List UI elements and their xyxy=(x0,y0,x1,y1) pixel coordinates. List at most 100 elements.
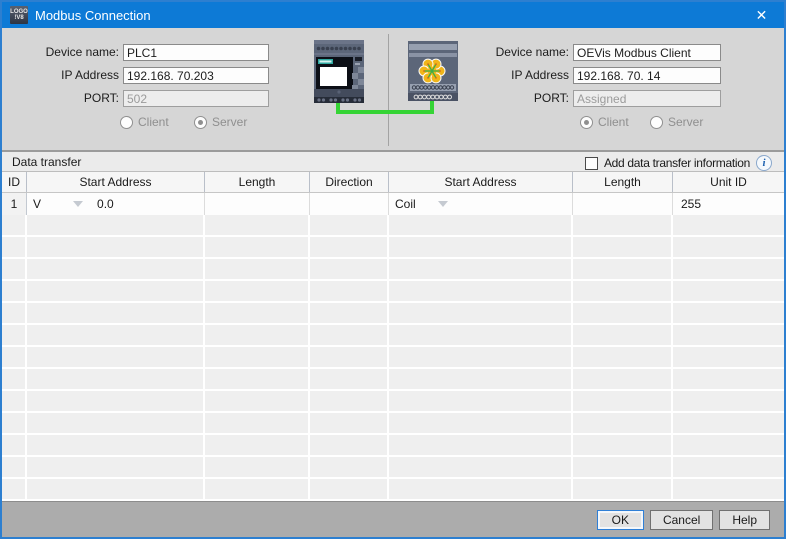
empty-cell xyxy=(310,435,389,457)
remote-port-label: PORT: xyxy=(454,90,569,107)
empty-cell xyxy=(389,325,573,347)
header-id: ID xyxy=(2,172,27,192)
empty-cell xyxy=(389,259,573,281)
table-empty-row xyxy=(2,457,784,479)
empty-cell xyxy=(389,281,573,303)
local-server-radio: Server xyxy=(194,115,247,129)
chevron-down-icon[interactable] xyxy=(73,201,83,207)
empty-cell xyxy=(573,325,673,347)
help-button[interactable]: Help xyxy=(719,510,770,530)
add-data-transfer-checkbox[interactable] xyxy=(585,157,598,170)
empty-cell xyxy=(205,369,310,391)
plc-device-icon xyxy=(314,40,364,103)
table-empty-row xyxy=(2,413,784,435)
row-unit-id-cell[interactable]: 255 xyxy=(673,193,784,215)
empty-cell xyxy=(2,215,27,237)
empty-cell xyxy=(673,479,784,501)
remote-device-name-label: Device name: xyxy=(454,44,569,61)
local-device-name-label: Device name: xyxy=(4,44,119,61)
empty-cell xyxy=(573,369,673,391)
empty-cell xyxy=(673,457,784,479)
empty-cell xyxy=(205,391,310,413)
row-local-start-address-cell[interactable]: V 0.0 xyxy=(27,193,205,215)
chevron-down-icon[interactable] xyxy=(438,201,448,207)
empty-cell xyxy=(27,237,205,259)
local-ip-field[interactable] xyxy=(123,67,269,84)
empty-cell xyxy=(673,259,784,281)
ok-button[interactable]: OK xyxy=(597,510,644,530)
device-panel: Device name: IP Address PORT: Client Ser… xyxy=(2,28,784,150)
empty-cell xyxy=(27,457,205,479)
empty-cell xyxy=(27,347,205,369)
empty-cell xyxy=(2,237,27,259)
empty-cell xyxy=(205,281,310,303)
row-local-length-cell[interactable] xyxy=(205,193,310,215)
table-empty-row xyxy=(2,325,784,347)
data-transfer-section-bar: Data transfer Add data transfer informat… xyxy=(2,150,784,172)
empty-cell xyxy=(2,413,27,435)
remote-ip-label: IP Address xyxy=(454,67,569,84)
remote-client-radio-label: Client xyxy=(598,115,629,129)
empty-cell xyxy=(389,413,573,435)
row-remote-start-address-cell[interactable]: Coil xyxy=(389,193,573,215)
table-empty-row xyxy=(2,347,784,369)
empty-cell xyxy=(673,347,784,369)
local-server-radio-circle xyxy=(194,116,207,129)
local-address-value[interactable]: 0.0 xyxy=(97,197,114,211)
empty-cell xyxy=(310,369,389,391)
logo-app-icon: LOGO !V8 xyxy=(10,6,28,24)
empty-cell xyxy=(310,303,389,325)
table-empty-row xyxy=(2,391,784,413)
empty-cell xyxy=(27,303,205,325)
empty-cell xyxy=(205,303,310,325)
table-empty-row xyxy=(2,479,784,501)
row-remote-length-cell[interactable] xyxy=(573,193,673,215)
footer-bar: OK Cancel Help xyxy=(2,501,784,537)
empty-cell xyxy=(2,435,27,457)
empty-cell xyxy=(310,259,389,281)
empty-cell xyxy=(2,479,27,501)
empty-cell xyxy=(2,457,27,479)
local-client-radio-circle xyxy=(120,116,133,129)
empty-cell xyxy=(673,435,784,457)
empty-cell xyxy=(310,457,389,479)
empty-cell xyxy=(673,281,784,303)
empty-cell xyxy=(389,369,573,391)
row-direction-cell[interactable] xyxy=(310,193,389,215)
info-icon[interactable]: i xyxy=(756,155,772,171)
empty-cell xyxy=(389,457,573,479)
empty-cell xyxy=(27,435,205,457)
local-port-label: PORT: xyxy=(4,90,119,107)
empty-cell xyxy=(573,457,673,479)
header-start-address-remote: Start Address xyxy=(389,172,573,192)
table-empty-row xyxy=(2,369,784,391)
empty-cell xyxy=(573,479,673,501)
remote-ip-field[interactable] xyxy=(573,67,721,84)
empty-cell xyxy=(27,281,205,303)
empty-cell xyxy=(205,479,310,501)
local-ip-label: IP Address xyxy=(4,67,119,84)
empty-cell xyxy=(27,391,205,413)
local-device-name-field[interactable] xyxy=(123,44,269,61)
empty-cell xyxy=(573,391,673,413)
table-empty-row xyxy=(2,435,784,457)
empty-cell xyxy=(573,259,673,281)
empty-cell xyxy=(27,215,205,237)
empty-cell xyxy=(27,413,205,435)
remote-device-name-field[interactable] xyxy=(573,44,721,61)
empty-cell xyxy=(2,259,27,281)
empty-cell xyxy=(205,347,310,369)
local-client-radio-label: Client xyxy=(138,115,169,129)
empty-cell xyxy=(389,347,573,369)
table-header-row: ID Start Address Length Direction Start … xyxy=(2,172,784,193)
window-title: Modbus Connection xyxy=(35,8,151,23)
remote-address-type[interactable]: Coil xyxy=(395,197,416,211)
empty-cell xyxy=(27,259,205,281)
empty-cell xyxy=(310,281,389,303)
empty-cell xyxy=(573,303,673,325)
header-start-address-local: Start Address xyxy=(27,172,205,192)
close-icon[interactable]: ✕ xyxy=(739,2,784,28)
cancel-button[interactable]: Cancel xyxy=(650,510,713,530)
empty-cell xyxy=(389,237,573,259)
local-address-type[interactable]: V xyxy=(33,197,41,211)
